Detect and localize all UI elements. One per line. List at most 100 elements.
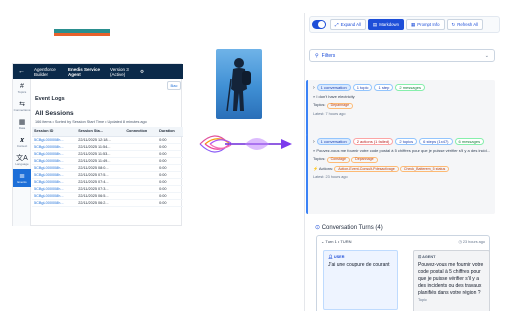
first-message: » I don't have electricity [313,94,355,99]
duration: 0:00 [157,199,183,207]
rail-item-data[interactable]: ▦ Data [13,115,31,133]
step-count-chip: 1 step [374,84,394,91]
agent-name: Enedis Service Agent [68,66,101,77]
table-row[interactable]: 5CBgL000008h... 22/11/2025 08:0... 0:00 [32,164,183,172]
feathered-arrow-decoration [199,135,292,153]
column-header[interactable]: Connection [124,127,158,137]
session-id-link[interactable]: 5CBgL000008h... [32,178,77,186]
connection [124,178,158,186]
expand-all-button[interactable]: ⤢ Expand All [330,19,366,30]
session-stats: › 1 conversation 1 topic 1 step 2 messag… [313,84,490,91]
agentforce-screenshot: ← Agentforce Builder Enedis Service Agen… [12,63,183,226]
session-id-link[interactable]: 5CBgL000008h... [32,171,77,179]
latest-time: Latest: 23 hours ago [313,175,348,179]
session-id-link[interactable]: 5CBgL000008h... [32,185,77,193]
topic-tag: Constage [326,156,350,163]
conversation-viewer-panel: ⤢ Expand All ▤ Markdown ▦ Prompt Info ↻ Refr… [304,13,503,311]
filters-dropdown[interactable]: ⚲ Filters ⌄ [309,49,495,62]
actions-row: ⚡ Actions: Action-Event-Consult-Pdesacti… [313,165,490,172]
conversation-count-chip: 1 conversation [316,84,351,91]
session-id-link[interactable]: 5CBgL000008h... [32,157,77,165]
column-header[interactable]: Session ID [32,127,77,137]
session-start: 22/11/2025 07:4... [76,178,125,186]
connection [124,157,158,165]
user-message: 👤︎ USER J'ai une coupure de courant [323,250,398,310]
session-card[interactable]: › 1 conversation 1 topic 1 step 2 messag… [306,80,495,136]
session-start: 22/11/2025 08:0... [76,164,125,172]
sessions-title: All Sessions [35,110,74,117]
markdown-button[interactable]: ▤ Markdown [367,19,405,30]
column-header[interactable]: Session Sta... [76,127,125,137]
session-start: 22/11/2025 11:53... [76,150,125,158]
table-row[interactable]: 5CBgL000008h... 22/11/2025 07:3... 0:00 [32,185,183,193]
duration: 0:00 [157,164,183,172]
table-row[interactable]: 5CBgL000008h... 22/11/2025 11:49... 0:00 [32,157,183,165]
conversation-turn: ⌄ Turn 1 • TURN ◷ 23 hours ago 👤︎ USER J… [316,235,490,311]
rail-item-language[interactable]: 文A Language [13,151,31,169]
action-tag: Action-Event-Consult-Pdesactivage [334,166,399,172]
duration: 0:00 [157,157,183,165]
chat-icon: ⊙ [315,225,321,231]
view-toggle[interactable] [312,20,326,29]
session-start: 22/11/2025 07:5... [76,171,125,179]
table-row[interactable]: 5CBgL000008h... 22/11/2025 07:4... 0:00 [32,178,183,186]
conversation-count-chip: 1 conversation [316,138,351,145]
table-row[interactable]: 5CBgL000008h... 22/11/2025 11:54... 0:00 [32,143,183,151]
topic-count-chip: 2 topics [395,138,418,145]
hash-icon: # [20,82,24,90]
prompt-info-button[interactable]: ▦ Prompt Info [406,19,445,30]
session-id-link[interactable]: 5CBgL000008h... [32,164,77,172]
session-id-link[interactable]: 5CBgL000008h... [32,199,77,207]
session-stats: › 1 conversation 2 actions (1 failed) 2 … [313,138,490,145]
duration: 0:00 [157,185,183,193]
refresh-all-button[interactable]: ↻ Refresh All [446,19,484,30]
settings-gear-icon[interactable]: ⚙ [136,69,148,74]
table-row[interactable]: 5CBgL000008h... 22/11/2025 11:53... 0:00 [32,150,183,158]
rail-item-connections[interactable]: ⇆ Connections [13,97,31,115]
chevron-right-icon[interactable]: › [313,139,315,145]
version-dropdown[interactable]: Version 3 (Active) [106,67,136,77]
step-count-chip: 6 steps (1x47) [419,138,453,145]
chevron-right-icon[interactable]: › [313,85,315,91]
table-row[interactable]: 5CBgL000008h... 22/11/2025 06:5... 0:00 [32,192,183,200]
conversation-turns-title: ⊙ Conversation Turns (4) [315,225,383,231]
table-row[interactable]: 5CBgL000008h... 22/11/2025 06:2... 0:00 [32,199,183,207]
session-start: 22/11/2025 06:2... [76,199,125,207]
user-role-label: 👤︎ USER [328,255,345,259]
connection [124,136,158,144]
table-row[interactable]: 5CBgL000008h... 22/11/2025 12:18... 0:00 [32,136,183,144]
agent-role-label: ⊡ AGENT [418,255,436,259]
session-id-link[interactable]: 5CBgL000008h... [32,143,77,151]
back-arrow-icon[interactable]: ← [13,68,30,75]
session-card-body: › 1 conversation 2 actions (1 failed) 2 … [308,134,495,183]
rail-item-events[interactable]: ≣ Events [13,169,31,187]
connection [124,143,158,151]
session-id-link[interactable]: 5CBgL000008h... [32,150,77,158]
rail-item-context[interactable]: 𝒙 Context [13,133,31,151]
chevron-down-icon: ⌄ [484,52,489,59]
session-card-body: › 1 conversation 1 topic 1 step 2 messag… [308,80,495,120]
hiker-silhouette-icon [226,58,251,112]
user-icon: 👤︎ [328,255,333,259]
topic-count-chip: 1 topic [352,84,373,91]
rail-item-topics[interactable]: # Topics [13,79,31,97]
back-button[interactable]: Bac [167,81,181,90]
session-card[interactable]: › 1 conversation 2 actions (1 failed) 2 … [306,134,495,214]
connections-icon: ⇆ [19,100,25,108]
expand-icon: ⤢ [335,22,339,27]
topics-row: Topics: Depannage [313,102,490,109]
connection [124,199,158,207]
column-header[interactable]: Duration [157,127,183,137]
message-count-chip: 2 messages [395,84,425,91]
message-count-chip: 6 messages [454,138,485,145]
table-row[interactable]: 5CBgL000008h... 22/11/2025 07:5... 0:00 [32,171,183,179]
agent-message-footer: Topic [418,298,427,302]
chevron-down-icon: ⌄ [321,239,325,244]
lightning-icon: ⚡ [313,165,318,171]
agent-message-text: Pouvez-vous me fournir votre code postal… [418,262,484,296]
session-start: 22/11/2025 11:49... [76,157,125,165]
session-id-link[interactable]: 5CBgL000008h... [32,192,77,200]
duration: 0:00 [157,136,183,144]
turn-header[interactable]: ⌄ Turn 1 • TURN [321,239,351,244]
session-id-link[interactable]: 5CBgL000008h... [32,136,77,144]
